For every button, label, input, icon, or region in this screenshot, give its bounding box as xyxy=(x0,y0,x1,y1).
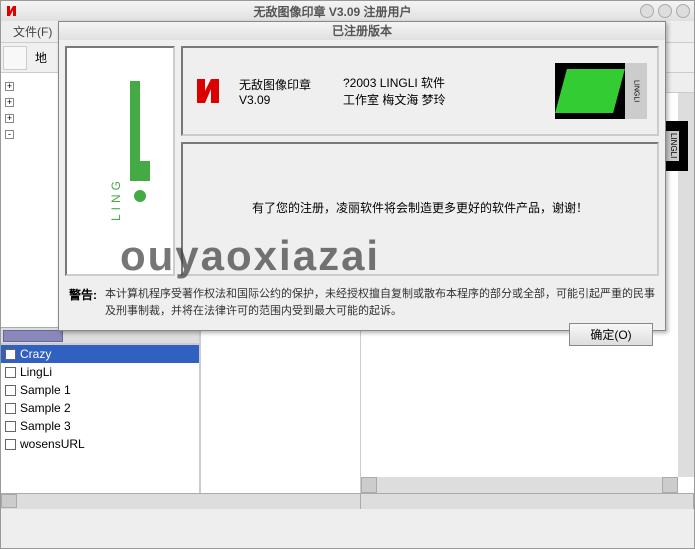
checkbox[interactable] xyxy=(5,385,16,396)
svg-text:LING: LING xyxy=(109,177,123,221)
product-name-block: 无敌图像印章 V3.09 xyxy=(239,76,329,107)
vendor-logo: LING xyxy=(65,46,175,276)
thumb-hscrollbar[interactable] xyxy=(1,494,361,509)
checkbox[interactable] xyxy=(5,403,16,414)
expand-icon[interactable]: + xyxy=(5,82,14,91)
app-icon xyxy=(5,4,19,18)
stamp-list: Crazy LingLi Sample 1 Sample 2 Sample 3 … xyxy=(1,343,199,493)
list-item[interactable]: wosensURL xyxy=(1,435,199,453)
thanks-text: 有了您的注册，凌丽软件将会制造更多更好的软件产品，谢谢！ xyxy=(252,198,588,220)
product-panel: 无敌图像印章 V3.09 ?2003 LINGLI 软件 工作室 梅文海 梦玲 … xyxy=(181,46,659,136)
warning-block: 警告: 本计算机程序受著作权法和国际公约的保护，未经授权擅自复制或散布本程序的部… xyxy=(59,282,665,323)
titlebar: 无敌图像印章 V3.09 注册用户 xyxy=(1,1,694,21)
scrollbar-thumb[interactable] xyxy=(3,330,63,342)
copyright-block: ?2003 LINGLI 软件 工作室 梅文海 梦玲 xyxy=(343,74,541,108)
scroll-left-icon[interactable] xyxy=(361,477,377,493)
list-item[interactable]: LingLi xyxy=(1,363,199,381)
checkbox[interactable] xyxy=(5,421,16,432)
badge-text: LINGLI xyxy=(625,63,647,119)
toolbar-open-button[interactable] xyxy=(3,46,27,70)
checkbox[interactable] xyxy=(5,367,16,378)
list-item[interactable]: Sample 1 xyxy=(1,381,199,399)
window-buttons xyxy=(640,4,690,18)
expand-icon[interactable]: + xyxy=(5,114,14,123)
menu-file[interactable]: 文件(F) xyxy=(7,23,58,41)
list-item[interactable]: Sample 3 xyxy=(1,417,199,435)
warning-label: 警告: xyxy=(69,286,97,319)
list-item[interactable]: Sample 2 xyxy=(1,399,199,417)
expand-icon[interactable]: + xyxy=(5,98,14,107)
dialog-title: 已注册版本 xyxy=(59,22,665,40)
checkbox[interactable] xyxy=(5,349,16,360)
scroll-left-icon[interactable] xyxy=(1,494,17,508)
collapse-icon[interactable]: - xyxy=(5,130,14,139)
toolbar-addr-label: 地 xyxy=(35,49,47,66)
about-dialog: 已注册版本 LING 无敌图像印章 V3.09 ?2003 LINGLI 软件 xyxy=(58,21,666,331)
product-name: 无敌图像印章 xyxy=(239,76,329,93)
bottom-scrollbars xyxy=(1,493,694,509)
close-button[interactable] xyxy=(676,4,690,18)
app-icon xyxy=(193,75,225,107)
window-title: 无敌图像印章 V3.09 注册用户 xyxy=(25,3,640,20)
minimize-button[interactable] xyxy=(640,4,654,18)
preview-hscrollbar[interactable] xyxy=(361,494,694,509)
hscrollbar[interactable] xyxy=(361,477,678,493)
warning-text: 本计算机程序受著作权法和国际公约的保护，未经授权擅自复制或散布本程序的部分或全部… xyxy=(105,286,655,319)
ok-button[interactable]: 确定(O) xyxy=(569,323,653,346)
thanks-panel: 有了您的注册，凌丽软件将会制造更多更好的软件产品，谢谢！ xyxy=(181,142,659,276)
scroll-right-icon[interactable] xyxy=(662,477,678,493)
logo-mark-icon xyxy=(555,69,625,113)
brand-badge: LINGLI xyxy=(555,63,647,119)
maximize-button[interactable] xyxy=(658,4,672,18)
product-version: V3.09 xyxy=(239,93,329,107)
checkbox[interactable] xyxy=(5,439,16,450)
